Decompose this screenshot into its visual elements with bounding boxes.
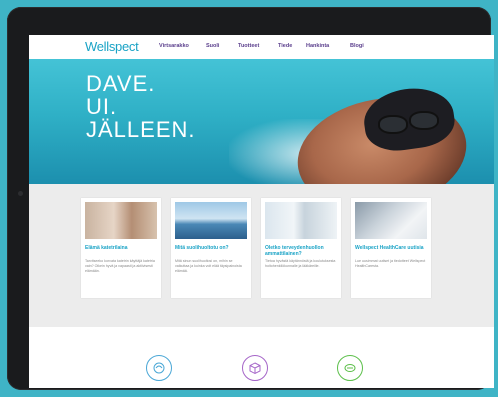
card-title: Mitä suolihuoltotu on? [175, 245, 229, 251]
website-screen: Wellspect Virtsarakko Suoli Tuotteet Tie… [29, 35, 494, 388]
bowel-icon[interactable] [337, 355, 363, 381]
card-text: Tarvitseeko korvata katetrin käyttäjä ka… [85, 259, 155, 273]
nav-item-hankinta[interactable]: Hankinta [306, 43, 329, 49]
tablet-frame: Wellspect Virtsarakko Suoli Tuotteet Tie… [7, 7, 494, 390]
card-text: Mitä sinun suolihuoltosi on, mihin se va… [175, 259, 242, 273]
nav-item-suoli[interactable]: Suoli [206, 43, 219, 49]
hero-headline-line-3: JÄLLEEN. [86, 117, 196, 142]
card-text: Lue uusimmat uutiset ja tiedotteet Wells… [355, 259, 426, 268]
nav-item-blogi[interactable]: Blogi [350, 43, 364, 49]
nav-item-virtsarakko[interactable]: Virtsarakko [159, 43, 189, 49]
card-title: Elämä katetrilaina [85, 245, 128, 251]
hero-headline-line-1: DAVE. [86, 71, 156, 96]
newspaper-photo [355, 202, 427, 239]
product-box-icon[interactable] [242, 355, 268, 381]
card-title: Wellspect HealthCare uutisia [355, 245, 424, 251]
hero-headline-line-2: UI. [86, 94, 118, 119]
card-healthcare-professional[interactable]: Oletko terveydenhuollon ammattilainen? T… [261, 198, 341, 298]
card-title: Oletko terveydenhuollon ammattilainen? [265, 245, 324, 257]
card-bowel-care[interactable]: Mitä suolihuoltotu on? Mitä sinun suolih… [171, 198, 251, 298]
bladder-icon[interactable] [146, 355, 172, 381]
card-news[interactable]: Wellspect HealthCare uutisia Lue uusimma… [351, 198, 431, 298]
camera-dot [18, 191, 23, 196]
goggle-right [409, 111, 439, 130]
wellspect-logo[interactable]: Wellspect [85, 39, 139, 54]
nav-item-tuotteet[interactable]: Tuotteet [238, 43, 259, 49]
nurse-photo [265, 202, 337, 239]
hero-banner: DAVE. UI. JÄLLEEN. [29, 59, 494, 184]
goggle-left [378, 115, 408, 134]
family-photo [85, 202, 157, 239]
sailing-photo [175, 202, 247, 239]
bottom-section [29, 327, 494, 388]
nav-item-tiede[interactable]: Tiede [278, 43, 292, 49]
card-life-with-catheter[interactable]: Elämä katetrilaina Tarvitseeko korvata k… [81, 198, 161, 298]
card-text: Tietoa hyvästä käytännöstä ja koulutukse… [265, 259, 336, 268]
top-nav: Wellspect Virtsarakko Suoli Tuotteet Tie… [29, 35, 494, 59]
